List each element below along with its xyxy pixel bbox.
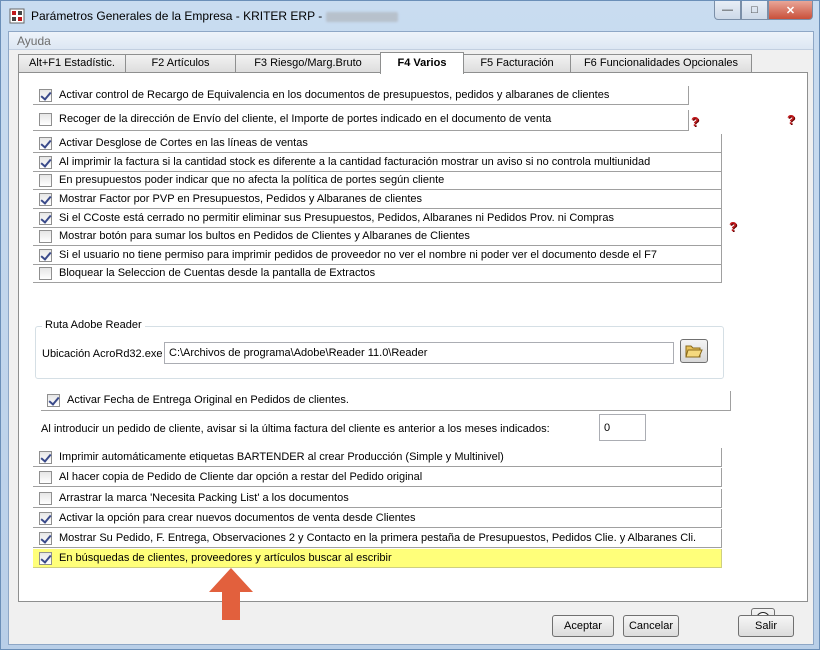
exit-button[interactable]: Salir (738, 615, 794, 637)
checkbox[interactable] (39, 249, 52, 262)
option-label: Mostrar Su Pedido, F. Entrega, Observaci… (59, 532, 697, 544)
adobe-reader-group: Ruta Adobe Reader Ubicación AcroRd32.exe (35, 319, 724, 379)
checkbox[interactable] (47, 394, 60, 407)
close-button[interactable]: ✕ (768, 1, 813, 20)
months-input[interactable] (599, 414, 646, 441)
group-title: Ruta Adobe Reader (42, 319, 145, 331)
option-row[interactable]: Bloquear la Seleccion de Cuentas desde l… (33, 264, 722, 283)
option-label: Bloquear la Seleccion de Cuentas desde l… (59, 267, 376, 279)
option-label: Mostrar Factor por PVP en Presupuestos, … (59, 193, 422, 205)
checkbox[interactable] (39, 492, 52, 505)
option-row[interactable]: Al hacer copia de Pedido de Cliente dar … (33, 468, 722, 487)
browse-button[interactable] (680, 339, 708, 363)
option-label: Activar Fecha de Entrega Original en Ped… (67, 394, 349, 406)
checkbox[interactable] (39, 113, 52, 126)
tab-facturacion[interactable]: F5 Facturación (463, 54, 571, 73)
option-label: Activar Desglose de Cortes en las líneas… (59, 137, 308, 149)
accept-button[interactable]: Aceptar (552, 615, 614, 637)
option-row[interactable]: Activar control de Recargo de Equivalenc… (33, 86, 689, 105)
option-row[interactable]: En presupuestos poder indicar que no afe… (33, 171, 722, 190)
option-row[interactable]: Si el CCoste está cerrado no permitir el… (33, 209, 722, 228)
checkbox[interactable] (39, 230, 52, 243)
window-title: Parámetros Generales de la Empresa - KRI… (31, 9, 399, 23)
option-label: Activar la opción para crear nuevos docu… (59, 512, 416, 524)
option-row[interactable]: Mostrar Factor por PVP en Presupuestos, … (33, 190, 722, 209)
option-label: Imprimir automáticamente etiquetas BARTE… (59, 451, 504, 463)
checkbox[interactable] (39, 156, 52, 169)
tab-riesgo[interactable]: F3 Riesgo/Marg.Bruto (235, 54, 381, 73)
acrord-label: Ubicación AcroRd32.exe (42, 348, 163, 360)
checkbox[interactable] (39, 174, 52, 187)
tab-articulos[interactable]: F2 Artículos (125, 54, 236, 73)
option-label: Si el CCoste está cerrado no permitir el… (59, 212, 614, 224)
checkbox[interactable] (39, 532, 52, 545)
tab-funcionalidades[interactable]: F6 Funcionalidades Opcionales (570, 54, 752, 73)
option-row-highlighted[interactable]: En búsquedas de clientes, proveedores y … (33, 549, 722, 568)
option-row[interactable]: Mostrar botón para sumar los bultos en P… (33, 227, 722, 246)
cancel-button[interactable]: Cancelar (623, 615, 679, 637)
annotation-arrow-icon (209, 568, 253, 620)
checkbox[interactable] (39, 512, 52, 525)
checkbox[interactable] (39, 89, 52, 102)
title-bar: Parámetros Generales de la Empresa - KRI… (1, 1, 819, 31)
tab-panel-varios: Activar control de Recargo de Equivalenc… (18, 72, 808, 630)
client-area: Ayuda Alt+F1 Estadístic. F2 Artículos F3… (8, 31, 814, 645)
checkbox[interactable] (39, 471, 52, 484)
option-label: Mostrar botón para sumar los bultos en P… (59, 230, 470, 242)
option-label: En búsquedas de clientes, proveedores y … (59, 552, 392, 564)
option-row[interactable]: Al imprimir la factura si la cantidad st… (33, 153, 722, 172)
option-label: Al imprimir la factura si la cantidad st… (59, 156, 651, 168)
checkbox[interactable] (39, 193, 52, 206)
help-icon[interactable]: ? (725, 220, 741, 234)
option-row[interactable]: Recoger de la dirección de Envío del cli… (33, 110, 689, 131)
menu-bar: Ayuda (9, 32, 813, 50)
option-row[interactable]: Activar Fecha de Entrega Original en Ped… (41, 391, 731, 411)
option-label: Si el usuario no tiene permiso para impr… (59, 249, 657, 261)
checkbox[interactable] (39, 267, 52, 280)
option-row[interactable]: Mostrar Su Pedido, F. Entrega, Observaci… (33, 529, 722, 548)
redacted-text (326, 11, 399, 22)
help-icon[interactable]: ? (783, 113, 799, 127)
option-label: Al hacer copia de Pedido de Cliente dar … (59, 471, 423, 483)
option-row[interactable]: Activar Desglose de Cortes en las líneas… (33, 134, 722, 153)
menu-ayuda[interactable]: Ayuda (17, 34, 51, 48)
option-row[interactable]: Arrastrar la marca 'Necesita Packing Lis… (33, 489, 722, 508)
option-row[interactable]: Imprimir automáticamente etiquetas BARTE… (33, 448, 722, 467)
checkbox[interactable] (39, 451, 52, 464)
folder-open-icon (685, 345, 703, 358)
option-label: Recoger de la dirección de Envío del cli… (59, 113, 552, 125)
help-icon[interactable]: ? (687, 115, 703, 129)
option-label: Arrastrar la marca 'Necesita Packing Lis… (59, 492, 349, 504)
option-label: En presupuestos poder indicar que no afe… (59, 174, 445, 186)
checkbox[interactable] (39, 137, 52, 150)
checkbox[interactable] (39, 552, 52, 565)
app-window: Parámetros Generales de la Empresa - KRI… (0, 0, 820, 650)
maximize-button[interactable]: □ (741, 1, 768, 20)
minimize-button[interactable]: — (714, 1, 741, 20)
kriter-app-icon (9, 8, 25, 24)
acrord-path-input[interactable] (164, 342, 674, 364)
option-label: Activar control de Recargo de Equivalenc… (59, 89, 610, 101)
option-row[interactable]: Si el usuario no tiene permiso para impr… (33, 246, 722, 265)
tab-estadisticas[interactable]: Alt+F1 Estadístic. (18, 54, 126, 73)
option-row[interactable]: Activar la opción para crear nuevos docu… (33, 509, 722, 528)
checkbox[interactable] (39, 212, 52, 225)
months-label: Al introducir un pedido de cliente, avis… (41, 423, 550, 435)
tab-varios[interactable]: F4 Varios (380, 52, 464, 74)
